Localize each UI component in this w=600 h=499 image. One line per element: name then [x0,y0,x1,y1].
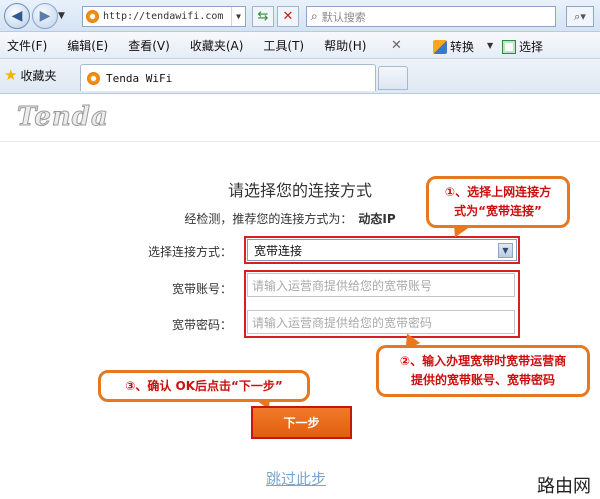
search-options-button[interactable]: ⌕▾ [566,6,594,27]
refresh-icon: ⇆ [257,9,269,24]
back-arrow-icon: ◀ [11,8,23,24]
address-text: http://tendawifi.com [103,11,224,22]
menu-tools[interactable]: 工具(T) [263,37,304,54]
detect-info: 经检测，推荐您的连接方式为： 动态IP [120,210,460,227]
highlight-box-credentials [244,270,520,338]
tab-title: Tenda WiFi [106,71,173,85]
search-go-icon: ⌕▾ [574,9,586,23]
tab-tenda-wifi[interactable]: Tenda WiFi [80,64,376,91]
new-tab-button[interactable] [378,66,408,90]
menu-file[interactable]: 文件(F) [7,37,47,54]
address-bar[interactable]: http://tendawifi.com ▼ [82,6,246,27]
watermark: 路由网 [537,476,591,497]
callout-step-2-line2: 提供的宽带账号、宽带密码 [410,373,555,387]
history-dropdown-icon[interactable]: ▼ [58,11,65,21]
menu-bar: 文件(F) 编辑(E) 查看(V) 收藏夹(A) 工具(T) 帮助(H) ✕ 转… [0,32,600,59]
callout-step-3-text: ③、确认 OK后点击“下一步” [125,379,283,393]
account-label: 宽带账号： [171,282,232,296]
address-dropdown-icon[interactable]: ▼ [231,7,245,26]
select-button[interactable]: 选择 [502,38,543,55]
translate-dropdown-icon[interactable]: ▼ [487,41,493,50]
search-box[interactable]: ⌕ 默认搜索 [306,6,556,27]
search-placeholder: 默认搜索 [321,10,366,24]
forward-button[interactable]: ▶ [32,3,58,29]
callout-step-2-line1: ②、输入办理宽带时宽带运营商 [399,354,567,368]
menu-favorites[interactable]: 收藏夹(A) [190,37,244,54]
menu-help[interactable]: 帮助(H) [324,37,366,54]
callout-step-1-line1: ①、选择上网连接方 [444,185,552,199]
menu-edit[interactable]: 编辑(E) [67,37,108,54]
detect-text: 经检测，推荐您的连接方式为： [184,212,353,226]
refresh-button[interactable]: ⇆ [252,6,274,27]
site-favicon-icon [86,10,99,23]
highlight-box-connection [244,236,520,264]
detect-value: 动态IP [358,212,396,226]
callout-step-2: ②、输入办理宽带时宽带运营商 提供的宽带账号、宽带密码 [376,345,590,397]
translate-icon [433,39,447,54]
close-icon[interactable]: ✕ [391,38,402,53]
select-label: 选择 [519,40,544,54]
connection-type-label: 选择连接方式： [147,245,232,259]
callout-step-1: ①、选择上网连接方 式为“宽带连接” [426,176,570,228]
password-label: 宽带密码： [171,318,232,332]
favorites-button[interactable]: ★ 收藏夹 [4,66,56,84]
forward-arrow-icon: ▶ [39,8,51,24]
search-icon: ⌕ [311,9,318,23]
skip-link[interactable]: 跳过此步 [266,468,326,489]
translate-button[interactable]: 转换 [433,38,474,55]
star-icon: ★ [4,66,18,84]
tenda-logo: Tenda [17,102,109,133]
page-content: Tenda 请选择您的连接方式 经检测，推荐您的连接方式为： 动态IP 选择连接方… [0,94,600,499]
address-toolbar: ◀ ▶ ▼ http://tendawifi.com ▼ ⇆ ✕ ⌕ 默认搜索 … [0,0,600,32]
menu-view[interactable]: 查看(V) [128,37,170,54]
header-divider [0,141,600,142]
tab-favicon-icon [87,71,100,85]
stop-icon: ✕ [282,9,294,24]
favorites-label: 收藏夹 [20,68,57,83]
favorites-bar: ★ 收藏夹 Tenda WiFi [0,59,600,94]
stop-button[interactable]: ✕ [277,6,299,27]
next-button[interactable]: 下一步 [251,406,352,439]
callout-step-1-line2: 式为“宽带连接” [454,204,542,218]
translate-label: 转换 [450,40,475,54]
select-icon [502,39,516,54]
back-button[interactable]: ◀ [4,3,30,29]
callout-step-3: ③、确认 OK后点击“下一步” [98,370,310,402]
